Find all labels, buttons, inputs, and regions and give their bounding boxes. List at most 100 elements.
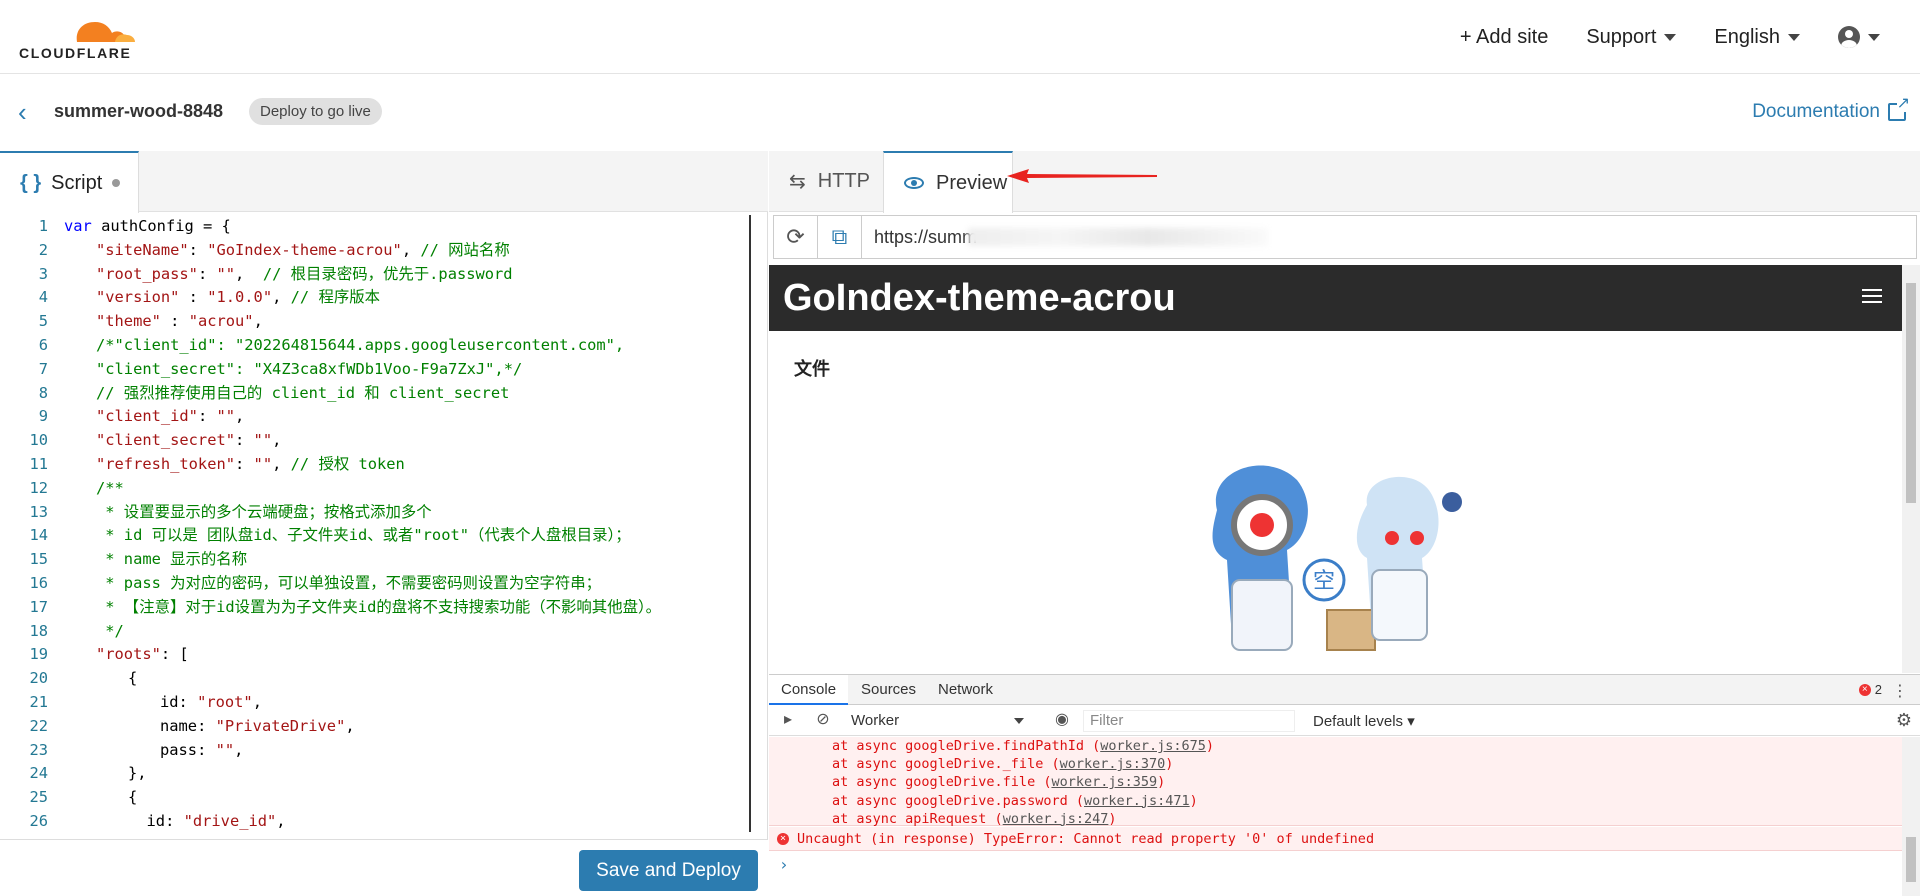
user-avatar-icon xyxy=(1838,26,1860,48)
filter-input[interactable]: Filter xyxy=(1083,710,1295,732)
support-menu[interactable]: Support xyxy=(1586,26,1677,49)
code-line[interactable]: 23 pass: "", xyxy=(0,739,760,763)
add-site-label: + Add site xyxy=(1459,25,1549,48)
language-menu[interactable]: English xyxy=(1714,26,1800,49)
code-line[interactable]: 3 "root_pass": "", // 根目录密码，优先于.password xyxy=(0,263,760,287)
code-text: * pass 为对应的密码，可以单独设置，不需要密码则设置为空字符串； xyxy=(96,573,602,592)
source-link[interactable]: worker.js:675 xyxy=(1100,738,1206,754)
eye-icon[interactable]: ◉ xyxy=(1053,711,1071,729)
code-line[interactable]: 8 // 强烈推荐使用自己的 client_id 和 client_secret xyxy=(0,382,760,406)
refresh-icon[interactable]: ⟳ xyxy=(774,216,818,258)
console-prompt[interactable]: › xyxy=(779,855,789,874)
tab-network[interactable]: Network xyxy=(926,675,1005,705)
code-text: id: "root", xyxy=(160,692,262,711)
add-site-link[interactable]: + Add site xyxy=(1460,26,1548,49)
cloudflare-logo[interactable]: CLOUDFLARE xyxy=(19,12,151,62)
code-text: "theme" : "acrou", xyxy=(96,312,263,331)
preview-scrollbar-thumb[interactable] xyxy=(1906,283,1916,503)
code-line[interactable]: 15 * name 显示的名称 xyxy=(0,548,760,572)
console-scrollbar-thumb[interactable] xyxy=(1906,837,1916,882)
tab-http-label: HTTP xyxy=(817,170,870,192)
code-line[interactable]: 5 "theme" : "acrou", xyxy=(0,310,760,334)
line-number: 12 xyxy=(29,478,48,497)
code-line[interactable]: 26 id: "drive_id", xyxy=(0,810,760,832)
code-editor[interactable]: 1 var authConfig = {2 "siteName": "GoIndex… xyxy=(0,215,760,832)
logo-text: CLOUDFLARE xyxy=(19,45,132,61)
top-navigation: CLOUDFLARE + Add site Support English xyxy=(0,0,1920,74)
source-link[interactable]: worker.js:370 xyxy=(1060,756,1166,772)
code-text: /*"client_id": "202264815644.apps.google… xyxy=(96,335,625,354)
more-options-icon[interactable]: ⋮ xyxy=(1892,681,1908,701)
editor-tabbar: { } Script xyxy=(0,151,768,213)
code-line[interactable]: 13 * 设置要显示的多个云端硬盘；按格式添加多个 xyxy=(0,501,760,525)
code-line[interactable]: 17 * 【注意】对于id设置为为子文件夹id的盘将不支持搜索功能（不影响其他盘… xyxy=(0,596,760,620)
back-arrow-icon[interactable]: ‹ xyxy=(18,97,27,128)
code-line[interactable]: 14 * id 可以是 团队盘id、子文件夹id、或者"root"（代表个人盘根… xyxy=(0,524,760,548)
save-and-deploy-button[interactable]: Save and Deploy xyxy=(579,850,758,891)
console-output: at async googleDrive.findPathId (worker.… xyxy=(769,737,1920,896)
source-link[interactable]: worker.js:359 xyxy=(1051,774,1157,790)
code-line[interactable]: 22 name: "PrivateDrive", xyxy=(0,715,760,739)
preview-panel: ⇆ HTTP Preview ⟳ ⧉ https://summ GoIndex-… xyxy=(769,151,1920,896)
context-select[interactable]: Worker xyxy=(851,712,981,729)
code-line[interactable]: 2 "siteName": "GoIndex-theme-acrou", // 网… xyxy=(0,239,760,263)
code-text: name: "PrivateDrive", xyxy=(160,716,355,735)
code-line[interactable]: 16 * pass 为对应的密码，可以单独设置，不需要密码则设置为空字符串； xyxy=(0,572,760,596)
code-line[interactable]: 7 "client_secret": "X4Z3ca8xfWDb1Voo-F9a7… xyxy=(0,358,760,382)
site-title[interactable]: GoIndex-theme-acrou xyxy=(783,277,1176,320)
source-link[interactable]: worker.js:471 xyxy=(1084,793,1190,809)
tab-preview[interactable]: Preview xyxy=(883,151,1013,213)
clear-console-icon[interactable]: ⊘ xyxy=(814,711,832,729)
chevron-down-icon xyxy=(1788,33,1800,41)
code-line[interactable]: 12 /** xyxy=(0,477,760,501)
line-number: 15 xyxy=(29,550,48,569)
error-message-row: × Uncaught (in response) TypeError: Cann… xyxy=(769,827,1902,851)
gear-icon[interactable]: ⚙ xyxy=(1896,710,1912,731)
code-text: "roots": [ xyxy=(96,645,189,664)
external-link-icon xyxy=(1888,96,1910,121)
sidebar-toggle-icon[interactable]: ▸ xyxy=(779,711,797,729)
preview-scrollbar[interactable] xyxy=(1902,265,1920,673)
line-number: 11 xyxy=(29,454,48,473)
code-line[interactable]: 21 id: "root", xyxy=(0,691,760,715)
preview-url-input[interactable]: https://summ xyxy=(862,216,1268,258)
code-line[interactable]: 19 "roots": [ xyxy=(0,643,760,667)
code-line[interactable]: 25 { xyxy=(0,786,760,810)
error-counter[interactable]: × 2 xyxy=(1858,682,1882,697)
code-text: { xyxy=(128,788,138,807)
code-text: * name 显示的名称 xyxy=(96,550,248,569)
code-line[interactable]: 6 /*"client_id": "202264815644.apps.googl… xyxy=(0,334,760,358)
code-line[interactable]: 4 "version" : "1.0.0", // 程序版本 xyxy=(0,286,760,310)
tab-console[interactable]: Console xyxy=(769,675,849,705)
line-number: 2 xyxy=(38,240,48,259)
log-levels-select[interactable]: Default levels ▾ xyxy=(1313,712,1415,730)
code-line[interactable]: 20 { xyxy=(0,667,760,691)
hamburger-menu-icon[interactable] xyxy=(1862,289,1882,303)
line-number: 24 xyxy=(29,764,48,783)
code-line[interactable]: 24}, xyxy=(0,762,760,786)
code-text: */ xyxy=(96,621,124,640)
line-number: 13 xyxy=(29,502,48,521)
tab-script[interactable]: { } Script xyxy=(0,151,139,213)
code-line[interactable]: 9 "client_id": "", xyxy=(0,405,760,429)
open-external-icon[interactable]: ⧉ xyxy=(818,216,862,258)
documentation-link[interactable]: Documentation xyxy=(1752,96,1910,123)
script-editor-panel: { } Script 1 var authConfig = {2 "siteName… xyxy=(0,151,768,895)
source-link[interactable]: worker.js:247 xyxy=(1003,811,1109,827)
unsaved-dot-icon xyxy=(112,179,121,187)
code-line[interactable]: 11 "refresh_token": "", // 授权 token xyxy=(0,453,760,477)
preview-url-text: https://summ xyxy=(874,227,978,247)
code-line[interactable]: 18 */ xyxy=(0,620,760,644)
line-number: 23 xyxy=(29,740,48,759)
account-menu[interactable] xyxy=(1838,26,1880,48)
line-number: 8 xyxy=(38,383,48,402)
line-number: 3 xyxy=(38,264,48,283)
tab-http[interactable]: ⇆ HTTP xyxy=(789,151,870,212)
console-scrollbar[interactable] xyxy=(1902,737,1920,896)
code-line[interactable]: 1 var authConfig = { xyxy=(0,215,760,239)
tab-sources[interactable]: Sources xyxy=(849,675,928,705)
code-line[interactable]: 10 "client_secret": "", xyxy=(0,429,760,453)
tab-preview-label: Preview xyxy=(936,171,1008,194)
line-number: 6 xyxy=(38,335,48,354)
editor-scrollbar[interactable] xyxy=(749,215,751,832)
